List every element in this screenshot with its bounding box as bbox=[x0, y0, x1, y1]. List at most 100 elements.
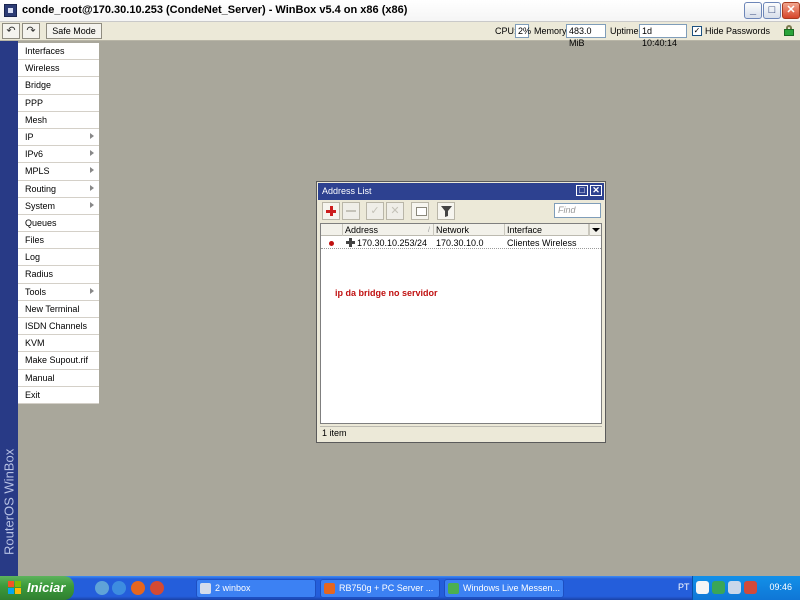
x-icon: ✕ bbox=[390, 205, 400, 217]
sidebar-item-interfaces[interactable]: Interfaces bbox=[18, 43, 99, 61]
redo-button[interactable]: ↷ bbox=[22, 23, 40, 39]
cpu-label: CPU: bbox=[495, 26, 517, 36]
title-bar[interactable]: conde_root@170.30.10.253 (CondeNet_Serve… bbox=[0, 0, 800, 22]
table-row[interactable]: 170.30.10.253/24 170.30.10.0 Clientes Wi… bbox=[321, 237, 601, 249]
quicklaunch-firefox-icon[interactable] bbox=[131, 581, 145, 595]
sidebar-item-label: Log bbox=[25, 252, 41, 263]
start-label: Iniciar bbox=[27, 580, 66, 595]
submenu-arrow-icon bbox=[90, 184, 94, 191]
disable-button[interactable]: ✕ bbox=[386, 202, 404, 220]
winbox-app-icon bbox=[4, 4, 17, 17]
sidebar-item-ppp[interactable]: PPP bbox=[18, 94, 99, 112]
task-firefox[interactable]: RB750g + PC Server ... bbox=[320, 579, 440, 598]
uptime-label: Uptime: bbox=[610, 26, 642, 36]
tray-security-icon[interactable] bbox=[744, 581, 757, 594]
sidebar-item-make-supout[interactable]: Make Supout.rif bbox=[18, 352, 99, 370]
sidebar-item-label: Radius bbox=[25, 269, 54, 280]
column-header-label: Network bbox=[436, 225, 470, 235]
hide-passwords-label: Hide Passwords bbox=[705, 26, 771, 36]
side-menu: Interfaces Wireless Bridge PPP Mesh IP I… bbox=[18, 43, 99, 404]
quicklaunch-app-icon[interactable] bbox=[150, 581, 164, 595]
tray-messenger-icon[interactable] bbox=[712, 581, 725, 594]
enable-button[interactable]: ✓ bbox=[366, 202, 384, 220]
filter-button[interactable] bbox=[437, 202, 455, 220]
sidebar-item-mpls[interactable]: MPLS bbox=[18, 163, 99, 181]
window-close-button[interactable]: ✕ bbox=[590, 185, 602, 196]
main-toolbar: ↶ ↷ Safe Mode CPU: 2% Memory: 483.0 MiB … bbox=[0, 22, 800, 48]
redo-icon: ↷ bbox=[26, 25, 36, 37]
task-label: RB750g + PC Server ... bbox=[339, 583, 434, 593]
submenu-arrow-icon bbox=[90, 167, 94, 174]
find-input[interactable]: Find bbox=[554, 203, 601, 218]
clock[interactable]: 09:46 bbox=[769, 582, 792, 592]
sidebar-item-routing[interactable]: Routing bbox=[18, 180, 99, 198]
sidebar-item-bridge[interactable]: Bridge bbox=[18, 77, 99, 95]
sidebar-item-new-terminal[interactable]: New Terminal bbox=[18, 300, 99, 318]
tray-help-icon[interactable] bbox=[696, 581, 709, 594]
sidebar-item-radius[interactable]: Radius bbox=[18, 266, 99, 284]
table-header: Address / Network Interface bbox=[321, 224, 601, 236]
sidebar-item-label: New Terminal bbox=[25, 303, 80, 314]
sidebar-item-isdn-channels[interactable]: ISDN Channels bbox=[18, 318, 99, 336]
cell-interface: Clientes Wireless bbox=[507, 238, 577, 248]
start-button[interactable]: Iniciar bbox=[0, 576, 74, 600]
sidebar-item-log[interactable]: Log bbox=[18, 249, 99, 267]
close-button[interactable]: ✕ bbox=[782, 2, 800, 19]
task-winbox[interactable]: 2 winbox bbox=[196, 579, 316, 598]
winbox-task-icon bbox=[200, 583, 211, 594]
comment-button[interactable] bbox=[411, 202, 429, 220]
column-header-interface[interactable]: Interface bbox=[505, 224, 589, 236]
sidebar-item-kvm[interactable]: KVM bbox=[18, 335, 99, 353]
sidebar-item-ipv6[interactable]: IPv6 bbox=[18, 146, 99, 164]
submenu-arrow-icon bbox=[90, 150, 94, 157]
sidebar-item-label: MPLS bbox=[25, 166, 50, 177]
undo-button[interactable]: ↶ bbox=[2, 23, 20, 39]
sidebar-item-manual[interactable]: Manual bbox=[18, 369, 99, 387]
column-menu-icon[interactable] bbox=[589, 224, 601, 236]
status-dot-icon bbox=[329, 241, 334, 246]
sidebar-item-ip[interactable]: IP bbox=[18, 128, 99, 147]
language-indicator[interactable]: PT bbox=[678, 582, 690, 592]
uptime-value: 1d 10:40:14 bbox=[639, 24, 687, 48]
sidebar-item-queues[interactable]: Queues bbox=[18, 214, 99, 233]
windows-logo-icon bbox=[8, 581, 22, 595]
sidebar-item-label: IP bbox=[25, 131, 34, 142]
remove-address-button[interactable] bbox=[342, 202, 360, 220]
routeros-brand-band: RouterOS WinBox bbox=[0, 41, 18, 576]
sidebar-item-system[interactable]: System bbox=[18, 197, 99, 215]
add-address-button[interactable] bbox=[322, 202, 340, 220]
column-header-address[interactable]: Address / bbox=[343, 224, 434, 236]
memory-value: 483.0 MiB bbox=[566, 24, 606, 48]
memory-label: Memory: bbox=[534, 26, 570, 36]
address-list-status: 1 item bbox=[320, 426, 602, 440]
task-messenger[interactable]: Windows Live Messen... bbox=[444, 579, 564, 598]
task-label: Windows Live Messen... bbox=[463, 583, 561, 593]
system-tray: 09:46 bbox=[692, 576, 800, 600]
address-list-window: Address List □ ✕ ✓ ✕ Find Address / Netw… bbox=[316, 181, 606, 443]
safe-mode-button[interactable]: Safe Mode bbox=[46, 23, 102, 39]
tray-network-icon[interactable] bbox=[728, 581, 741, 594]
hide-passwords-checkbox[interactable]: ✓ bbox=[692, 26, 702, 36]
sidebar-item-label: KVM bbox=[25, 338, 45, 349]
sidebar-item-exit[interactable]: Exit bbox=[18, 386, 99, 404]
sidebar-item-files[interactable]: Files bbox=[18, 232, 99, 250]
sidebar-item-label: System bbox=[25, 200, 56, 211]
brand-text: RouterOS WinBox bbox=[1, 448, 17, 555]
sidebar-item-mesh[interactable]: Mesh bbox=[18, 111, 99, 129]
column-header-network[interactable]: Network bbox=[434, 224, 505, 236]
sidebar-item-label: Mesh bbox=[25, 114, 48, 125]
sidebar-item-label: Wireless bbox=[25, 63, 60, 74]
sidebar-item-wireless[interactable]: Wireless bbox=[18, 60, 99, 78]
minimize-button[interactable]: _ bbox=[744, 2, 762, 19]
quicklaunch-folder-icon[interactable] bbox=[95, 581, 109, 595]
sidebar-item-label: Routing bbox=[25, 183, 57, 194]
quicklaunch-ie-icon[interactable] bbox=[112, 581, 126, 595]
column-header-flags[interactable] bbox=[321, 224, 343, 236]
sidebar-item-tools[interactable]: Tools bbox=[18, 283, 99, 301]
window-restore-button[interactable]: □ bbox=[576, 185, 588, 196]
firefox-task-icon bbox=[324, 583, 335, 594]
annotation-comment: ip da bridge no servidor bbox=[335, 288, 438, 298]
sidebar-item-label: Exit bbox=[25, 389, 41, 400]
address-list-titlebar[interactable]: Address List □ ✕ bbox=[318, 183, 604, 200]
maximize-button[interactable]: □ bbox=[763, 2, 781, 19]
